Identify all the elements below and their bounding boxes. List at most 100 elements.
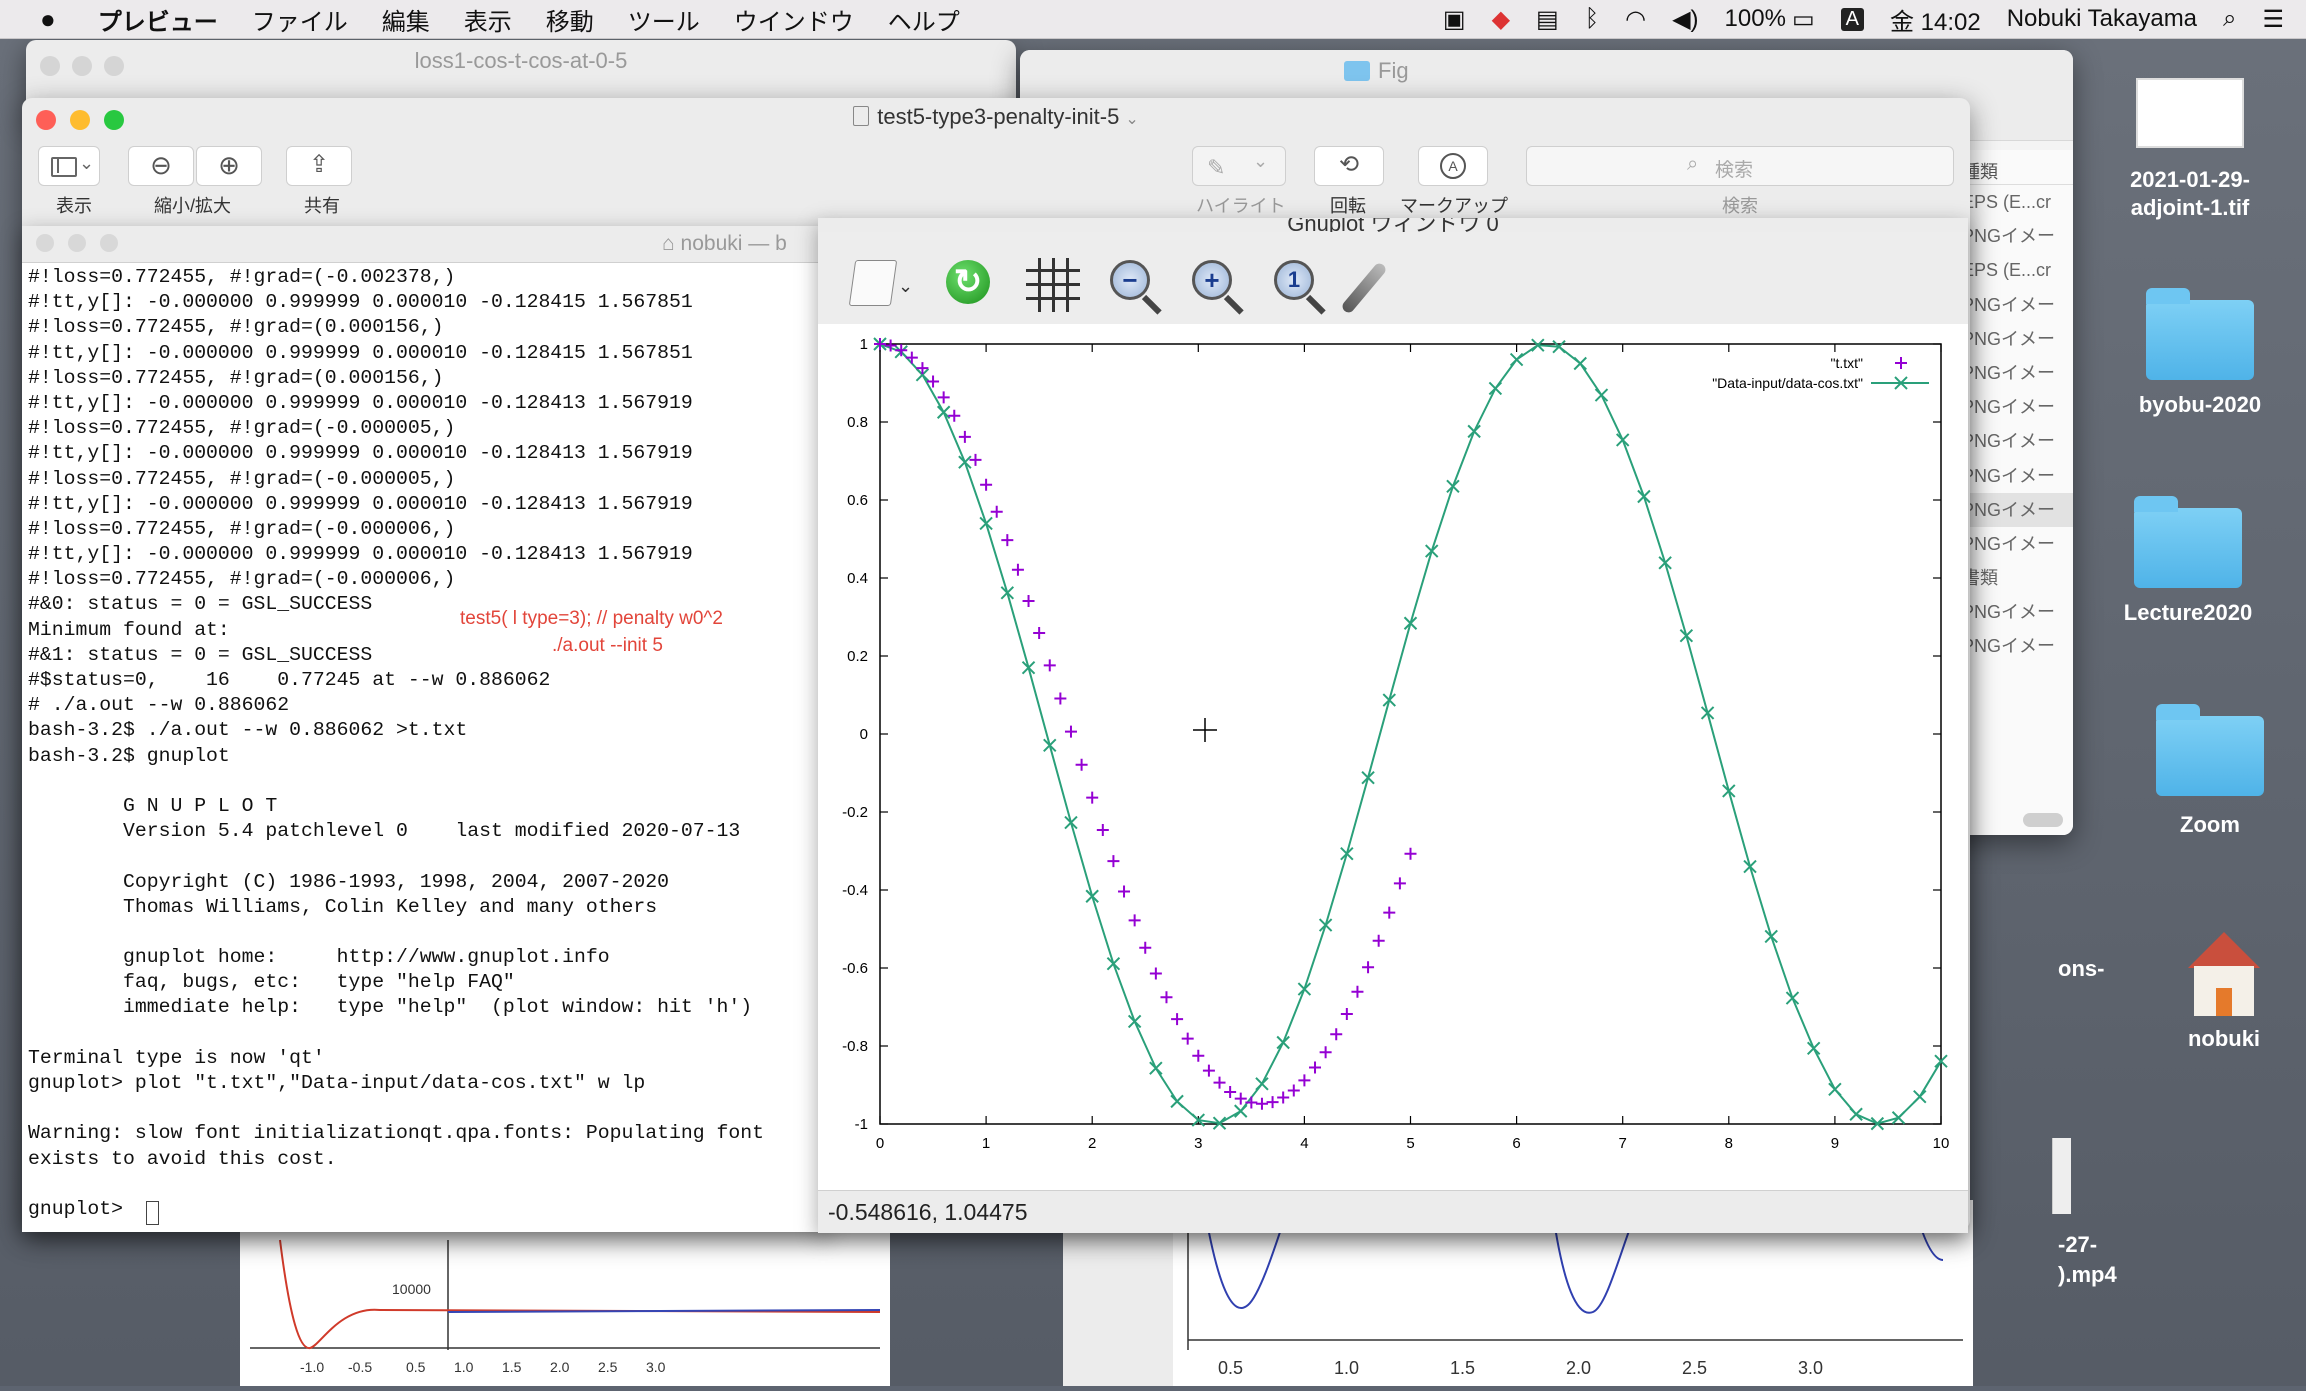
export-icon[interactable] (848, 260, 898, 306)
markup-button[interactable]: A (1418, 146, 1488, 186)
series-t-txt-point (1319, 1046, 1332, 1059)
y-tick-label: -0.4 (842, 882, 868, 899)
series-data-cos-point (1764, 929, 1778, 944)
terminal-line: #!tt,y[]: -0.000000 0.999999 0.000010 -0… (28, 492, 693, 515)
folder-icon (1344, 61, 1370, 81)
folder-icon (2134, 496, 2242, 588)
series-data-cos-point (1700, 706, 1715, 720)
rotate-button[interactable]: ⟲ (1314, 146, 1384, 186)
finder-scrollbar[interactable] (2023, 813, 2063, 827)
display-icon[interactable]: ▤ (1536, 5, 1559, 34)
y-tick-label: 0.8 (847, 414, 868, 431)
partial-label-ons: ons- (2058, 956, 2105, 981)
menu-window[interactable]: ウインドウ (734, 2, 854, 37)
zoom-out-button[interactable]: ⊖ (128, 146, 194, 186)
series-t-txt-point (1383, 906, 1396, 919)
zoom-in-button[interactable]: ⊕ (196, 146, 262, 186)
partial-label-27: -27- (2058, 1232, 2098, 1257)
battery-percent[interactable]: 100% (1725, 5, 1786, 33)
menubar: ● プレビュー ファイル 編集 表示 移動 ツール ウインドウ ヘルプ ▣ ◆ … (0, 0, 2306, 39)
highlight-label: ハイライト (1196, 196, 1286, 216)
menu-tools[interactable]: ツール (628, 2, 700, 37)
menu-go[interactable]: 移動 (546, 2, 594, 37)
bg-right-xtick: 2.5 (1682, 1358, 1707, 1378)
control-center-icon[interactable]: ☰ (2262, 5, 2284, 34)
camera-icon[interactable]: ▣ (1443, 5, 1466, 34)
menu-app-name[interactable]: プレビュー (98, 2, 218, 37)
bluetooth-icon[interactable]: ᛒ (1585, 5, 1599, 33)
series-t-txt-point (1096, 823, 1109, 836)
user-name[interactable]: Nobuki Takayama (2007, 5, 2197, 33)
desktop-icon-nobuki[interactable]: nobuki (2154, 932, 2294, 1052)
series-t-txt-point (1064, 725, 1077, 738)
series-data-cos-point (1170, 1094, 1184, 1109)
dropbox-icon[interactable]: ◆ (1492, 5, 1510, 34)
folder-icon (2146, 288, 2254, 380)
finder-kind-cell: PNGイメー (1962, 431, 2056, 452)
grid-icon[interactable] (1026, 258, 1080, 312)
volume-icon[interactable]: ◀) (1672, 5, 1698, 34)
desktop-icon-zoom[interactable]: Zoom (2140, 704, 2280, 838)
terminal-line: #!tt,y[]: -0.000000 0.999999 0.000010 -0… (28, 291, 693, 314)
series-data-cos-point (1615, 433, 1630, 447)
export-chevron-icon[interactable]: ⌄ (898, 276, 913, 297)
share-button[interactable]: ⇪ (286, 146, 352, 186)
terminal-line: Thomas Williams, Colin Kelley and many o… (28, 895, 658, 918)
desktop-icon-tif[interactable]: 2021-01-29- adjoint-1.tif (2120, 78, 2260, 222)
gnuplot-window[interactable]: Gnuplot ウィンドウ 0 ⌄ ↻ − + 1 0 1 2 3 4 5 6 7 8 9 10 1 0… (818, 218, 1968, 1233)
finder-kind-cell: PNGイメー (1962, 533, 2056, 554)
desktop-icon-lecture2020[interactable]: Lecture2020 (2118, 496, 2258, 626)
autoscale-icon[interactable]: 1 (1274, 260, 1314, 300)
series-t-txt-point (1213, 1076, 1226, 1089)
series-t-txt-point (1075, 758, 1088, 771)
terminal-output[interactable]: #!loss=0.772455, #!grad=(-0.002378,) #!tt… (28, 265, 818, 1233)
finder-window-title: Fig (1378, 58, 1409, 83)
series-t-txt-point (916, 362, 929, 375)
series-data-cos-point (1064, 815, 1078, 830)
bg-left-ytick: 10000 (392, 1281, 431, 1297)
desktop-icon-byobu-2020[interactable]: byobu-2020 (2130, 288, 2270, 418)
series-data-cos-point (1679, 629, 1694, 643)
gnuplot-plot[interactable]: 0 1 2 3 4 5 6 7 8 9 10 1 0.8 0.6 0.4 0.2 0 -0.2 -0.4 -0.6 -0… (818, 324, 1968, 1190)
clock[interactable]: 金 14:02 (1890, 2, 1981, 37)
wifi-icon[interactable]: ◠ (1625, 5, 1646, 34)
zoom-previous-icon[interactable]: − (1110, 260, 1150, 300)
input-mode-icon[interactable]: A (1840, 7, 1864, 31)
menu-help[interactable]: ヘルプ (888, 2, 960, 37)
series-t-txt-point (1011, 563, 1024, 576)
bg-left-xtick: 0.5 (406, 1359, 426, 1375)
series-t-txt-point (1128, 914, 1141, 927)
zoom-next-icon[interactable]: + (1192, 260, 1232, 300)
apple-icon[interactable]: ● (40, 4, 56, 35)
series-data-cos-point (1234, 1104, 1248, 1118)
replot-icon[interactable]: ↻ (946, 260, 990, 304)
y-tick-label: -1 (855, 1116, 868, 1133)
legend-label-data-cos: "Data-input/data-cos.txt" (1712, 375, 1863, 391)
series-data-cos-point (1891, 1111, 1906, 1125)
sidebar-view-button[interactable]: ⌄ (38, 146, 100, 186)
document-icon (853, 106, 870, 126)
series-t-txt-point (1171, 1013, 1184, 1026)
bg-left-xtick: 2.0 (550, 1359, 570, 1375)
series-data-cos-point (1149, 1061, 1163, 1075)
series-t-txt-point (1181, 1032, 1194, 1045)
x-tick-label: 1 (982, 1135, 990, 1152)
menu-file[interactable]: ファイル (252, 2, 348, 37)
chevron-down-icon[interactable]: ⌄ (1125, 111, 1138, 128)
series-t-txt-point (1362, 961, 1375, 974)
menu-view[interactable]: 表示 (464, 2, 512, 37)
search-field[interactable]: ⌕ 検索 (1526, 146, 1954, 186)
series-data-cos-point (1318, 918, 1333, 932)
series-data-cos-point (1658, 556, 1672, 570)
spotlight-search-icon[interactable]: ⌕ (2223, 5, 2236, 33)
settings-wrench-icon[interactable] (1340, 261, 1388, 315)
y-tick-label: 0.4 (847, 570, 868, 587)
bg-left-xtick: 1.5 (502, 1359, 522, 1375)
battery-icon[interactable]: ▭ (1792, 5, 1815, 34)
finder-kind-cell: PNGイメー (1962, 226, 2056, 247)
highlight-button[interactable]: ✎ ⌄ (1192, 146, 1286, 186)
terminal-line: gnuplot home: http://www.gnuplot.info (28, 946, 610, 969)
series-data-cos-point (1849, 1107, 1863, 1121)
menu-edit[interactable]: 編集 (382, 2, 430, 37)
